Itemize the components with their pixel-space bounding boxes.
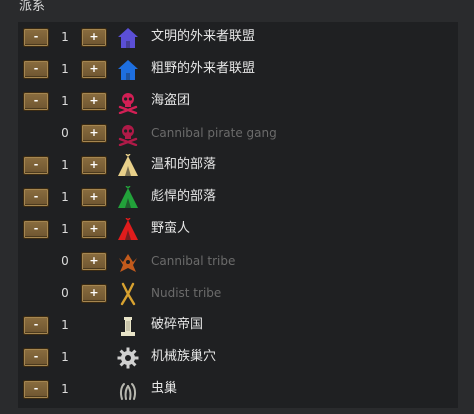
faction-name: 野蛮人 (151, 221, 191, 236)
increase-button[interactable]: + (81, 188, 107, 207)
decrease-button[interactable]: - (23, 348, 49, 367)
faction-name: 温和的部落 (151, 157, 217, 172)
faction-count: 1 (61, 94, 69, 108)
insect-hive-icon (116, 378, 140, 402)
tent-icon (116, 154, 140, 178)
pillar-icon (116, 314, 140, 338)
faction-panel: 派系 -1 + 文明的外来者联盟 -1 + 粗野的外来者联盟 -1 + 海盗团 0 + Canniba… (0, 0, 474, 414)
faction-name: Cannibal tribe (151, 254, 236, 268)
faction-row: 0 + Nudist tribe (18, 278, 458, 310)
increase-button[interactable]: + (81, 28, 107, 47)
faction-count: 1 (61, 318, 69, 332)
panel-title: 派系 (19, 0, 46, 14)
gear-icon (116, 346, 140, 370)
faction-count: 1 (61, 222, 69, 236)
faction-name: 破碎帝国 (151, 317, 204, 332)
faction-row: -1 + 温和的部落 (18, 150, 458, 182)
faction-name: 粗野的外来者联盟 (151, 61, 256, 76)
faction-name: 机械族巢穴 (151, 349, 217, 364)
house-icon (116, 26, 140, 50)
skull-icon (116, 90, 140, 114)
tent-icon (116, 186, 140, 210)
faction-count: 0 (61, 286, 69, 300)
faction-count: 1 (61, 158, 69, 172)
faction-row: -1 破碎帝国 (18, 310, 458, 342)
decrease-button[interactable]: - (23, 316, 49, 335)
faction-name: Nudist tribe (151, 286, 222, 300)
increase-button[interactable]: + (81, 252, 107, 271)
faction-name: 海盗团 (151, 93, 191, 108)
faction-count: 1 (61, 382, 69, 396)
increase-button[interactable]: + (81, 124, 107, 143)
decrease-button[interactable]: - (23, 380, 49, 399)
faction-count: 1 (61, 190, 69, 204)
nudist-tribe-icon (116, 282, 140, 306)
faction-name: Cannibal pirate gang (151, 126, 277, 140)
faction-row: -1 + 文明的外来者联盟 (18, 22, 458, 54)
faction-row: -1 + 彪悍的部落 (18, 182, 458, 214)
faction-count: 1 (61, 30, 69, 44)
decrease-button[interactable]: - (23, 60, 49, 79)
faction-row: -1 + 野蛮人 (18, 214, 458, 246)
increase-button[interactable]: + (81, 60, 107, 79)
faction-row: -1 虫巢 (18, 374, 458, 406)
tent-icon (116, 218, 140, 242)
faction-row: 0 + Cannibal tribe (18, 246, 458, 278)
decrease-button[interactable]: - (23, 28, 49, 47)
decrease-button[interactable]: - (23, 220, 49, 239)
faction-count: 0 (61, 254, 69, 268)
faction-row: -1 + 海盗团 (18, 86, 458, 118)
faction-name: 彪悍的部落 (151, 189, 217, 204)
decrease-button[interactable]: - (23, 156, 49, 175)
faction-count: 0 (61, 126, 69, 140)
house-icon (116, 58, 140, 82)
faction-name: 虫巢 (151, 381, 178, 396)
cannibal-tribe-icon (116, 250, 140, 274)
faction-name: 文明的外来者联盟 (151, 29, 256, 44)
decrease-button[interactable]: - (23, 92, 49, 111)
faction-row: 0 + Cannibal pirate gang (18, 118, 458, 150)
faction-list: -1 + 文明的外来者联盟 -1 + 粗野的外来者联盟 -1 + 海盗团 0 + Cannibal p… (18, 22, 458, 408)
increase-button[interactable]: + (81, 92, 107, 111)
faction-count: 1 (61, 350, 69, 364)
decrease-button[interactable]: - (23, 188, 49, 207)
increase-button[interactable]: + (81, 220, 107, 239)
increase-button[interactable]: + (81, 284, 107, 303)
faction-row: -1 + 粗野的外来者联盟 (18, 54, 458, 86)
skull-icon (116, 122, 140, 146)
faction-row: -1 机械族巢穴 (18, 342, 458, 374)
increase-button[interactable]: + (81, 156, 107, 175)
faction-count: 1 (61, 62, 69, 76)
